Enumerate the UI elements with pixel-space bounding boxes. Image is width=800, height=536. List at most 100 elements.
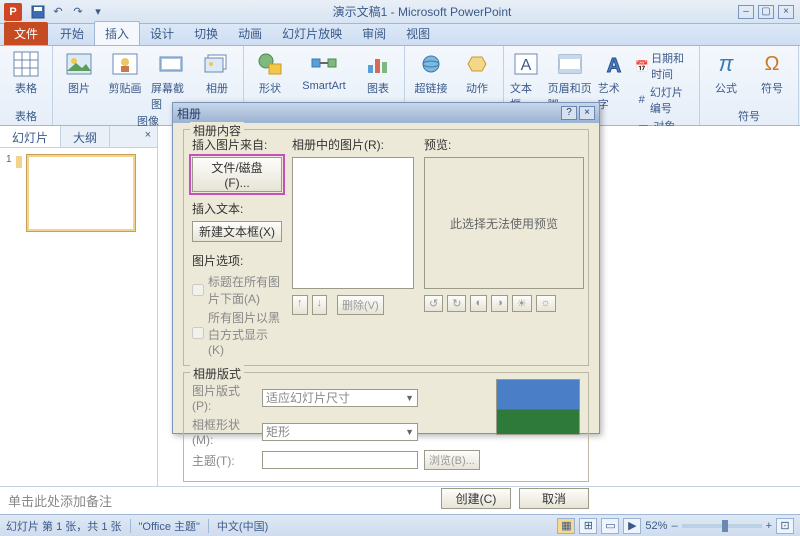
tab-review[interactable]: 审阅 bbox=[352, 22, 396, 45]
clipart-button[interactable]: 剪贴画 bbox=[105, 50, 145, 96]
group-tables: 表格 表格 bbox=[0, 46, 53, 125]
contrast-up-button[interactable]: ◐ bbox=[470, 295, 487, 312]
frame-shape-select[interactable]: 矩形▼ bbox=[262, 423, 418, 441]
group-legend: 相册内容 bbox=[190, 122, 244, 139]
tab-slides[interactable]: 幻灯片 bbox=[0, 126, 61, 147]
rotate-right-button[interactable]: ↻ bbox=[447, 295, 466, 312]
group-label: 表格 bbox=[6, 107, 46, 125]
tab-outline[interactable]: 大纲 bbox=[61, 126, 110, 147]
symbol-icon: Ω bbox=[758, 50, 786, 78]
svg-text:A: A bbox=[606, 55, 620, 76]
tab-file[interactable]: 文件 bbox=[4, 22, 48, 45]
picture-layout-select[interactable]: 适应幻灯片尺寸▼ bbox=[262, 389, 418, 407]
album-icon bbox=[203, 50, 231, 78]
album-button[interactable]: 相册 bbox=[197, 50, 237, 96]
pane-close-icon[interactable]: × bbox=[139, 126, 157, 147]
tab-home[interactable]: 开始 bbox=[50, 22, 94, 45]
close-button[interactable]: × bbox=[778, 5, 794, 19]
table-button[interactable]: 表格 bbox=[6, 50, 46, 96]
shapes-icon bbox=[256, 50, 284, 78]
contrast-down-button[interactable]: ◑ bbox=[491, 295, 508, 312]
zoom-slider[interactable] bbox=[682, 524, 762, 528]
save-icon[interactable] bbox=[30, 4, 46, 20]
equation-button[interactable]: π公式 bbox=[706, 50, 746, 96]
datetime-button[interactable]: 📅日期和时间 bbox=[635, 50, 693, 82]
clipart-icon bbox=[111, 50, 139, 78]
create-button[interactable]: 创建(C) bbox=[441, 488, 511, 509]
label: 图片版式(P): bbox=[192, 382, 256, 413]
move-up-button[interactable]: ↑ bbox=[292, 295, 308, 315]
file-disk-button[interactable]: 文件/磁盘(F)... bbox=[192, 157, 282, 192]
view-slideshow-button[interactable]: ▶ bbox=[623, 518, 641, 534]
group-symbols: π公式 Ω符号 符号 bbox=[700, 46, 799, 125]
tab-insert[interactable]: 插入 bbox=[94, 21, 140, 45]
picture-icon bbox=[65, 50, 93, 78]
brightness-down-button[interactable]: ☼ bbox=[536, 295, 556, 312]
view-sorter-button[interactable]: ⊞ bbox=[579, 518, 597, 534]
svg-text:A: A bbox=[520, 57, 531, 74]
group-label: 符号 bbox=[706, 107, 792, 125]
undo-icon[interactable]: ↶ bbox=[50, 4, 66, 20]
hyperlink-button[interactable]: 超链接 bbox=[411, 50, 451, 96]
textbox-icon: A bbox=[512, 50, 540, 78]
zoom-out-button[interactable]: – bbox=[671, 520, 677, 532]
restore-button[interactable]: ▢ bbox=[758, 5, 774, 19]
tab-view[interactable]: 视图 bbox=[396, 22, 440, 45]
theme-input[interactable] bbox=[262, 451, 418, 469]
symbol-button[interactable]: Ω符号 bbox=[752, 50, 792, 96]
tab-slideshow[interactable]: 幻灯片放映 bbox=[272, 22, 352, 45]
album-dialog: 相册 ? × 相册内容 插入图片来自: 文件/磁盘(F)... 插入文本: 新建… bbox=[172, 102, 600, 434]
label: 相框形状(M): bbox=[192, 416, 256, 447]
minimize-button[interactable]: – bbox=[738, 5, 754, 19]
qat-dropdown-icon[interactable]: ▾ bbox=[90, 4, 106, 20]
window-title: 演示文稿1 - Microsoft PowerPoint bbox=[106, 3, 738, 20]
headerfooter-icon bbox=[556, 50, 584, 78]
cancel-button[interactable]: 取消 bbox=[519, 488, 589, 509]
chart-icon bbox=[364, 50, 392, 78]
smartart-icon bbox=[310, 50, 338, 78]
slide-thumbnail-1[interactable]: 1 bbox=[6, 154, 151, 232]
group-legend: 相册版式 bbox=[190, 365, 244, 382]
action-button[interactable]: 动作 bbox=[457, 50, 497, 96]
brightness-up-button[interactable]: ☀ bbox=[512, 295, 532, 312]
tab-animation[interactable]: 动画 bbox=[228, 22, 272, 45]
bw-checkbox[interactable]: 所有图片以黑白方式显示(K) bbox=[192, 309, 282, 357]
tab-design[interactable]: 设计 bbox=[140, 22, 184, 45]
datetime-icon: 📅 bbox=[635, 58, 649, 74]
window-controls: – ▢ × bbox=[738, 5, 794, 19]
slides-panel: 幻灯片 大纲 × 1 bbox=[0, 126, 158, 486]
rotate-left-button[interactable]: ↺ bbox=[424, 295, 443, 312]
zoom-in-button[interactable]: + bbox=[766, 520, 772, 532]
slidenum-button[interactable]: #幻灯片编号 bbox=[635, 84, 693, 116]
redo-icon[interactable]: ↷ bbox=[70, 4, 86, 20]
chart-button[interactable]: 图表 bbox=[358, 50, 398, 96]
picture-button[interactable]: 图片 bbox=[59, 50, 99, 96]
dialog-titlebar: 相册 ? × bbox=[173, 103, 599, 123]
status-language: 中文(中国) bbox=[217, 518, 268, 534]
remove-button[interactable]: 删除(V) bbox=[337, 295, 384, 315]
caption-checkbox[interactable]: 标题在所有图片下面(A) bbox=[192, 273, 282, 307]
fit-button[interactable]: ⊡ bbox=[776, 518, 794, 534]
hyperlink-icon bbox=[417, 50, 445, 78]
wordart-button[interactable]: A艺术字 bbox=[598, 50, 630, 112]
album-content-group: 相册内容 插入图片来自: 文件/磁盘(F)... 插入文本: 新建文本框(X) … bbox=[183, 129, 589, 366]
smartart-button[interactable]: SmartArt bbox=[296, 50, 352, 92]
quick-access-toolbar: ↶ ↷ ▾ bbox=[30, 4, 106, 20]
move-down-button[interactable]: ↓ bbox=[312, 295, 328, 315]
layout-preview-image bbox=[496, 379, 580, 435]
action-icon bbox=[463, 50, 491, 78]
view-reading-button[interactable]: ▭ bbox=[601, 518, 619, 534]
status-slide: 幻灯片 第 1 张，共 1 张 bbox=[6, 518, 122, 534]
slide-preview bbox=[26, 154, 136, 232]
dialog-help-button[interactable]: ? bbox=[561, 106, 577, 120]
shapes-button[interactable]: 形状 bbox=[250, 50, 290, 96]
equation-icon: π bbox=[712, 50, 740, 78]
status-bar: 幻灯片 第 1 张，共 1 张 "Office 主题" 中文(中国) ▦ ⊞ ▭… bbox=[0, 514, 800, 536]
label: 主题(T): bbox=[192, 452, 256, 469]
tab-transition[interactable]: 切换 bbox=[184, 22, 228, 45]
dialog-close-button[interactable]: × bbox=[579, 106, 595, 120]
new-textbox-button[interactable]: 新建文本框(X) bbox=[192, 221, 282, 242]
browse-button[interactable]: 浏览(B)... bbox=[424, 450, 480, 470]
view-normal-button[interactable]: ▦ bbox=[557, 518, 575, 534]
album-pictures-list[interactable] bbox=[292, 157, 414, 289]
